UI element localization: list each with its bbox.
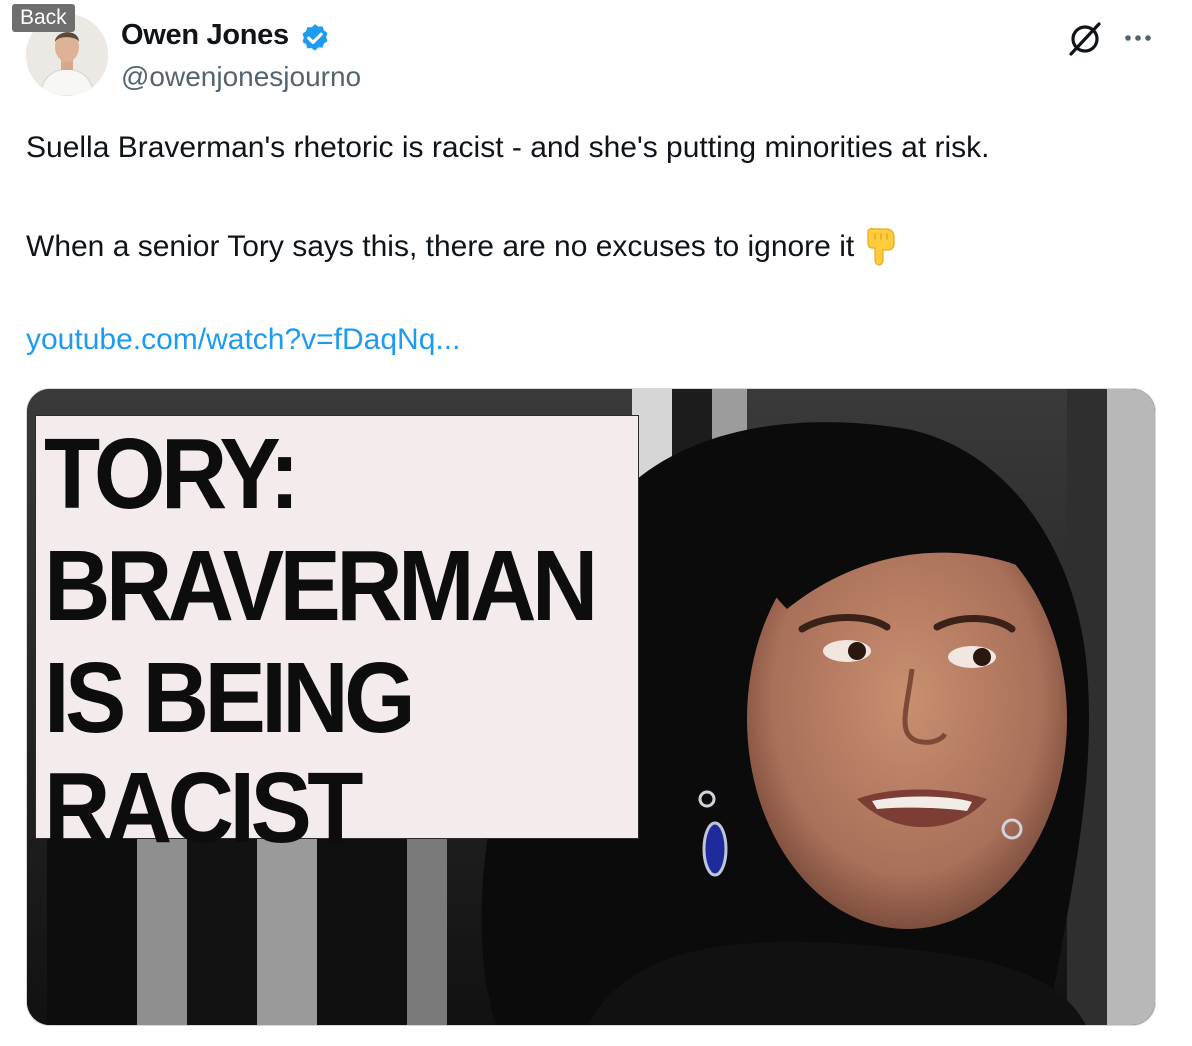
headline-line: TORY:	[44, 418, 300, 530]
headline-line: IS BEING	[44, 642, 416, 754]
author-handle[interactable]: @owenjonesjourno	[121, 61, 361, 93]
headline-line: RACIST	[44, 752, 363, 864]
youtube-link[interactable]: youtube.com/watch?v=fDaqNq...	[26, 322, 460, 358]
headline-overlay: TORY: BRAVERMAN IS BEING RACIST	[35, 415, 639, 858]
pointing-down-hand-icon	[867, 228, 895, 266]
tweet-text-line: Suella Braverman's rhetoric is racist - …	[26, 131, 990, 164]
media-card[interactable]: TORY: BRAVERMAN IS BEING RACIST	[26, 388, 1156, 1026]
verified-badge-icon	[302, 24, 328, 51]
headline-line: BRAVERMAN	[44, 530, 598, 642]
tweet-text-line: When a senior Tory says this, there are …	[26, 226, 898, 266]
tweet-text-line-content: When a senior Tory says this, there are …	[26, 230, 855, 263]
more-options-icon[interactable]	[1120, 24, 1156, 52]
author-name[interactable]: Owen Jones	[121, 19, 289, 52]
tweet-view: Back Owen Jones @owenjonesjourno Suella …	[0, 0, 1192, 1046]
grok-icon[interactable]	[1066, 20, 1104, 58]
back-button[interactable]: Back	[12, 4, 75, 32]
